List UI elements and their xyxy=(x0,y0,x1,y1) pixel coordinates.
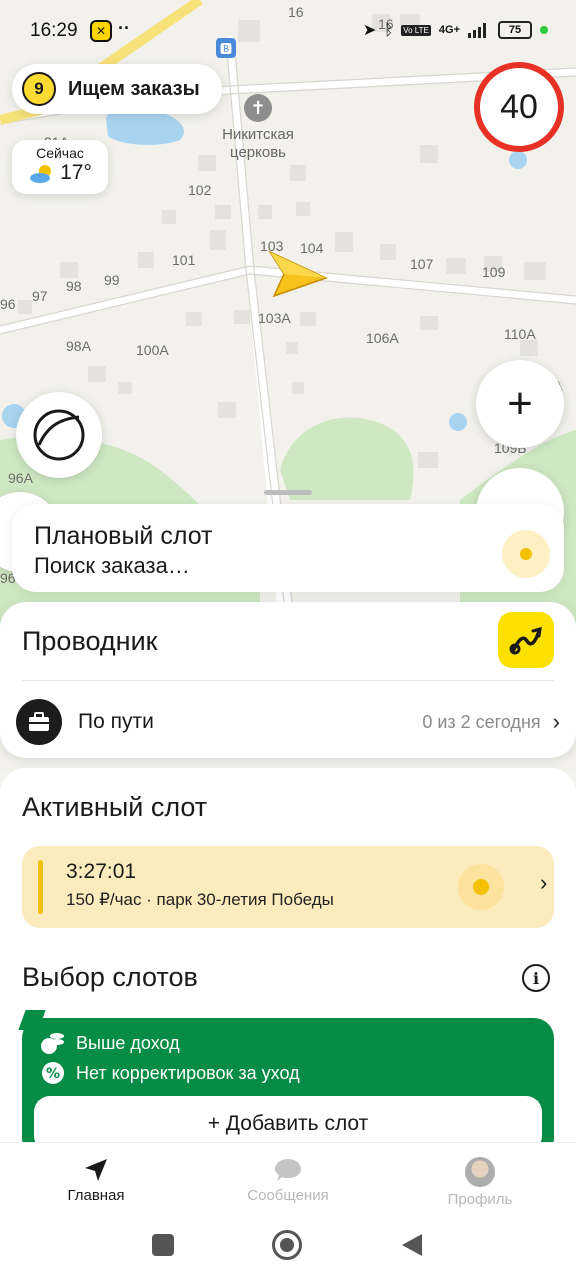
active-slot-info: 150 ₽/час · парк 30-летия Победы xyxy=(66,890,334,909)
house-number: 101 xyxy=(172,252,196,268)
benefit-row: % Нет корректировок за уход xyxy=(40,1060,300,1086)
planned-slot-card[interactable]: Плановый слот Поиск заказа… xyxy=(12,504,564,592)
volte-icon: Vo LTE xyxy=(401,24,431,36)
slot-choice-section-title: Выбор слотов xyxy=(22,962,198,992)
back-button[interactable] xyxy=(400,1232,424,1263)
bottom-navigation: Главная Сообщения Профиль xyxy=(0,1142,576,1214)
signal-icon xyxy=(468,23,486,38)
house-number: 106А xyxy=(366,330,399,346)
privacy-indicator xyxy=(540,26,548,34)
house-number: 96А xyxy=(8,470,33,486)
compass-icon xyxy=(33,409,85,461)
bluetooth-icon: ᛒ xyxy=(384,21,394,39)
nav-label: Сообщения xyxy=(247,1187,329,1204)
active-slot-card[interactable]: 3:27:01 150 ₽/час · парк 30-летия Победы… xyxy=(22,846,554,928)
divider xyxy=(22,680,554,681)
nav-item-profile[interactable]: Профиль xyxy=(384,1143,576,1214)
house-number: 103А xyxy=(258,310,291,326)
more-notifications-icon: ·· xyxy=(118,18,130,38)
active-slot-section-title: Активный слот xyxy=(22,792,208,822)
status-time: 16:29 xyxy=(30,20,78,41)
nav-item-home[interactable]: Главная xyxy=(0,1143,192,1214)
guide-title: Проводник xyxy=(22,626,158,656)
house-number: 97 xyxy=(32,288,48,304)
poi-label: Никитская церковь xyxy=(222,126,294,161)
partly-sunny-icon xyxy=(30,165,52,183)
weather-widget[interactable]: Сейчас 17° xyxy=(12,140,108,194)
battery-icon: 75 xyxy=(498,21,532,39)
nav-label: Главная xyxy=(67,1187,125,1204)
benefit-label: Выше доход xyxy=(76,1032,180,1053)
house-number: 102 xyxy=(188,182,212,198)
recent-apps-button[interactable] xyxy=(152,1234,174,1256)
briefcase-icon xyxy=(16,699,62,745)
navigation-arrow-icon xyxy=(85,1159,107,1181)
benefit-row: Выше доход xyxy=(40,1030,180,1056)
weather-label: Сейчас xyxy=(36,145,84,161)
status-count-badge: 9 xyxy=(22,72,56,106)
speed-limit-sign: 40 xyxy=(474,62,564,152)
active-slot-timer: 3:27:01 xyxy=(66,860,137,883)
zoom-in-button[interactable]: + xyxy=(476,360,564,448)
location-icon: ➤ xyxy=(362,22,377,39)
chat-bubble-icon xyxy=(275,1159,301,1181)
chevron-right-icon: › xyxy=(552,709,560,734)
compass-button[interactable] xyxy=(16,392,102,478)
sheet-drag-handle[interactable] xyxy=(264,490,312,495)
planned-slot-subtitle: Поиск заказа… xyxy=(34,553,190,578)
nav-label: Профиль xyxy=(447,1191,513,1208)
along-route-row[interactable]: По пути 0 из 2 сегодня › xyxy=(16,698,560,746)
weather-temp: 17° xyxy=(60,161,92,184)
house-number: 98 xyxy=(66,278,82,294)
along-route-count: 0 из 2 сегодня xyxy=(422,711,541,732)
status-icons: ➤ ᛒ Vo LTE 4G+ 75 xyxy=(363,20,548,40)
benefit-label: Нет корректировок за уход xyxy=(76,1062,300,1083)
house-number: 107 xyxy=(410,256,434,272)
percent-icon: % xyxy=(40,1060,66,1086)
planned-slot-title: Плановый слот xyxy=(34,522,213,550)
system-navigation-bar xyxy=(0,1214,576,1280)
network-type: 4G+ xyxy=(438,24,460,36)
house-number: 109 xyxy=(482,264,506,280)
along-route-label: По пути xyxy=(78,710,154,733)
slot-status-indicator xyxy=(502,530,550,578)
guide-card: Проводник По пути 0 из 2 сегодня › xyxy=(0,602,576,758)
slot-benefits-promo: Выше доход % Нет корректировок за уход +… xyxy=(22,1018,554,1158)
house-number: 96 xyxy=(0,296,16,312)
nav-item-messages[interactable]: Сообщения xyxy=(192,1143,384,1214)
home-button[interactable] xyxy=(272,1230,302,1260)
driver-position-arrow-icon xyxy=(268,250,328,298)
coins-icon xyxy=(40,1030,66,1056)
active-slot-bar xyxy=(38,860,43,914)
svg-text:%: % xyxy=(46,1066,60,1082)
status-bar: 16:29 ✕ ·· ➤ ᛒ Vo LTE 4G+ 75 xyxy=(0,0,576,62)
avatar xyxy=(465,1157,495,1187)
house-number: 99 xyxy=(104,272,120,288)
house-number: 98А xyxy=(66,338,91,354)
info-icon[interactable]: i xyxy=(522,964,550,992)
house-number: 100А xyxy=(136,342,169,358)
church-icon[interactable]: ✝ xyxy=(244,94,272,122)
chevron-right-icon: › xyxy=(540,870,548,895)
house-number: 110А xyxy=(504,326,536,342)
order-search-status-pill[interactable]: 9 Ищем заказы xyxy=(12,64,222,114)
guide-logo-icon[interactable] xyxy=(498,612,554,668)
active-slot-indicator xyxy=(458,864,504,910)
status-text: Ищем заказы xyxy=(68,77,200,100)
app-notification-icon: ✕ xyxy=(90,20,112,42)
